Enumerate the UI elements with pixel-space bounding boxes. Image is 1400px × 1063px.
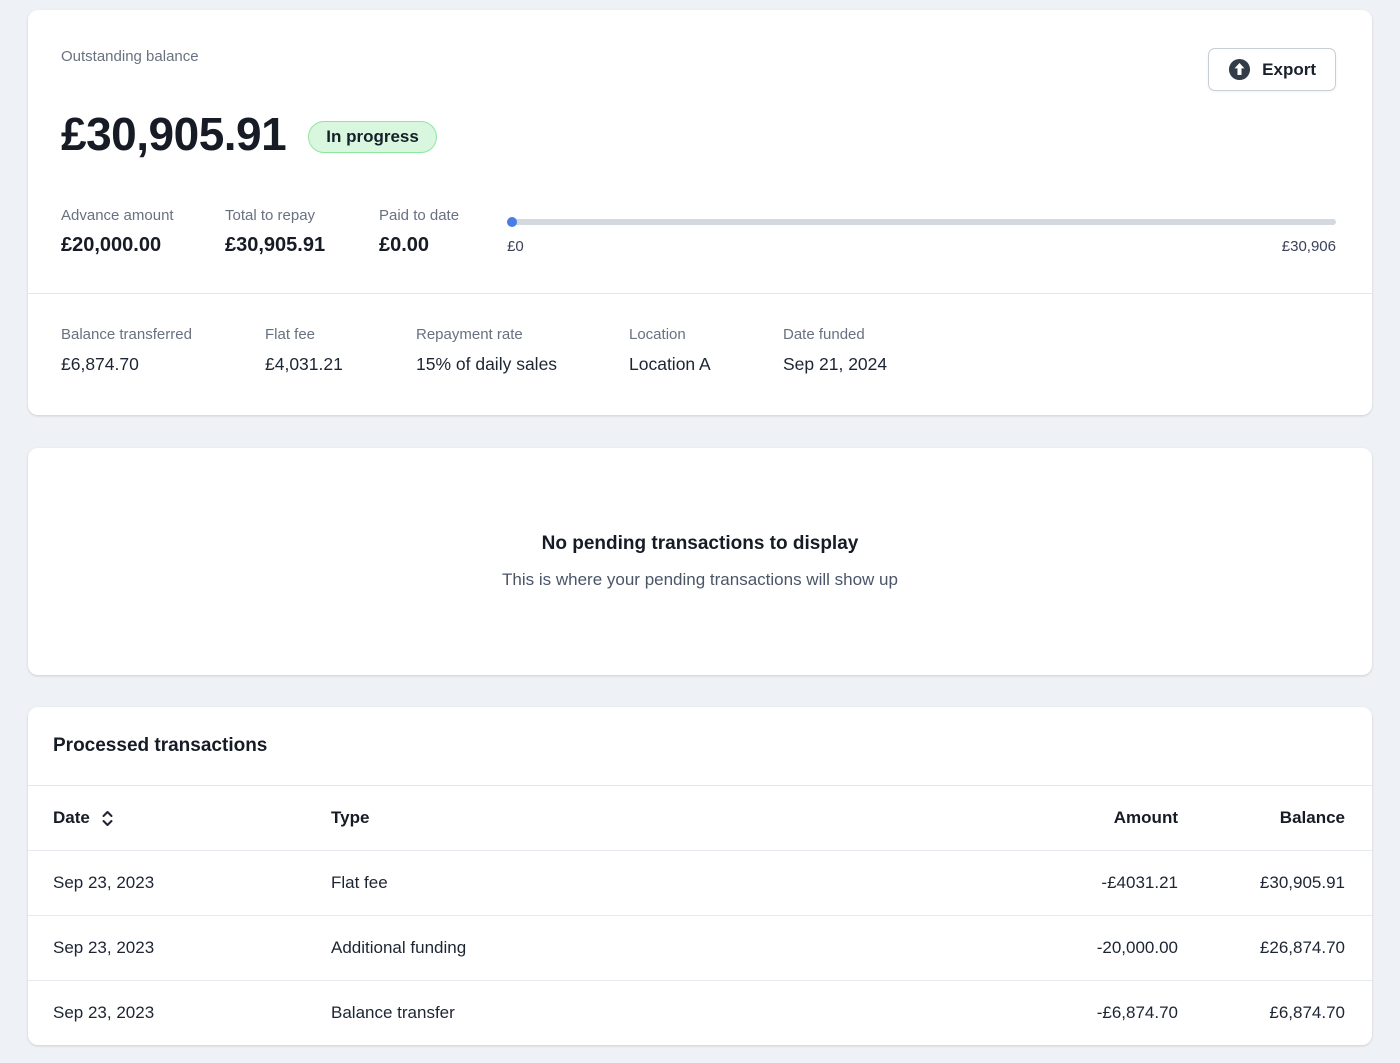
stat-advance-amount: Advance amount £20,000.00 <box>61 207 225 257</box>
outstanding-balance-label: Outstanding balance <box>61 48 199 65</box>
detail-label: Flat fee <box>265 326 404 343</box>
export-button[interactable]: Export <box>1208 48 1336 91</box>
table-row: Sep 23, 2023 Flat fee -£4031.21 £30,905.… <box>28 850 1372 915</box>
progress-track <box>507 219 1336 225</box>
detail-date-funded: Date funded Sep 21, 2024 <box>783 326 899 375</box>
repayment-progress: £0 £30,906 <box>507 207 1336 257</box>
table-body: Sep 23, 2023 Flat fee -£4031.21 £30,905.… <box>28 850 1372 1045</box>
pending-transactions-card: No pending transactions to display This … <box>28 448 1372 675</box>
detail-label: Date funded <box>783 326 887 343</box>
stat-label: Total to repay <box>225 207 369 224</box>
processed-transactions-title: Processed transactions <box>53 735 267 757</box>
progress-min-label: £0 <box>507 238 524 255</box>
balance-section: Outstanding balance Export £30,905.91 In… <box>28 10 1372 293</box>
cell-type: Additional funding <box>331 938 978 958</box>
cell-type: Flat fee <box>331 873 978 893</box>
detail-location: Location Location A <box>629 326 783 375</box>
stat-total-to-repay: Total to repay £30,905.91 <box>225 207 379 257</box>
progress-max-label: £30,906 <box>1282 238 1336 255</box>
pending-empty-subtitle: This is where your pending transactions … <box>502 570 898 590</box>
detail-label: Repayment rate <box>416 326 617 343</box>
detail-value: 15% of daily sales <box>416 354 617 375</box>
status-badge: In progress <box>308 121 437 153</box>
detail-label: Location <box>629 326 771 343</box>
column-header-balance: Balance <box>1178 808 1345 828</box>
cell-balance: £30,905.91 <box>1178 873 1345 893</box>
stat-label: Paid to date <box>379 207 459 224</box>
export-icon <box>1228 58 1251 81</box>
funding-details-row: Balance transferred £6,874.70 Flat fee £… <box>28 294 1372 415</box>
cell-date: Sep 23, 2023 <box>53 938 331 958</box>
cell-type: Balance transfer <box>331 1003 978 1023</box>
table-header-row: Date Type Amount Balance <box>28 785 1372 850</box>
detail-repayment-rate: Repayment rate 15% of daily sales <box>416 326 629 375</box>
detail-balance-transferred: Balance transferred £6,874.70 <box>61 326 265 375</box>
column-header-type: Type <box>331 808 978 828</box>
cell-date: Sep 23, 2023 <box>53 1003 331 1023</box>
stat-label: Advance amount <box>61 207 215 224</box>
export-button-label: Export <box>1262 60 1316 80</box>
sort-icon <box>101 810 114 827</box>
detail-value: Sep 21, 2024 <box>783 354 887 375</box>
cell-amount: -£4031.21 <box>978 873 1178 893</box>
page: Outstanding balance Export £30,905.91 In… <box>0 0 1400 1063</box>
column-header-date-label: Date <box>53 808 90 828</box>
detail-value: £6,874.70 <box>61 354 253 375</box>
cell-balance: £6,874.70 <box>1178 1003 1345 1023</box>
cell-amount: -£6,874.70 <box>978 1003 1178 1023</box>
detail-label: Balance transferred <box>61 326 253 343</box>
processed-transactions-card: Processed transactions Date Type Amount … <box>28 707 1372 1045</box>
detail-flat-fee: Flat fee £4,031.21 <box>265 326 416 375</box>
stat-value: £20,000.00 <box>61 234 215 257</box>
column-header-date[interactable]: Date <box>53 808 331 828</box>
detail-value: £4,031.21 <box>265 354 404 375</box>
pending-empty-title: No pending transactions to display <box>542 533 859 555</box>
stat-value: £30,905.91 <box>225 234 369 257</box>
cell-amount: -20,000.00 <box>978 938 1178 958</box>
stat-value: £0.00 <box>379 234 459 257</box>
table-row: Sep 23, 2023 Balance transfer -£6,874.70… <box>28 980 1372 1045</box>
stat-paid-to-date: Paid to date £0.00 <box>379 207 469 257</box>
summary-card: Outstanding balance Export £30,905.91 In… <box>28 10 1372 415</box>
outstanding-balance-value: £30,905.91 <box>61 107 286 161</box>
progress-thumb <box>507 217 517 227</box>
detail-value: Location A <box>629 354 771 375</box>
cell-date: Sep 23, 2023 <box>53 873 331 893</box>
cell-balance: £26,874.70 <box>1178 938 1345 958</box>
table-row: Sep 23, 2023 Additional funding -20,000.… <box>28 915 1372 980</box>
column-header-amount: Amount <box>978 808 1178 828</box>
